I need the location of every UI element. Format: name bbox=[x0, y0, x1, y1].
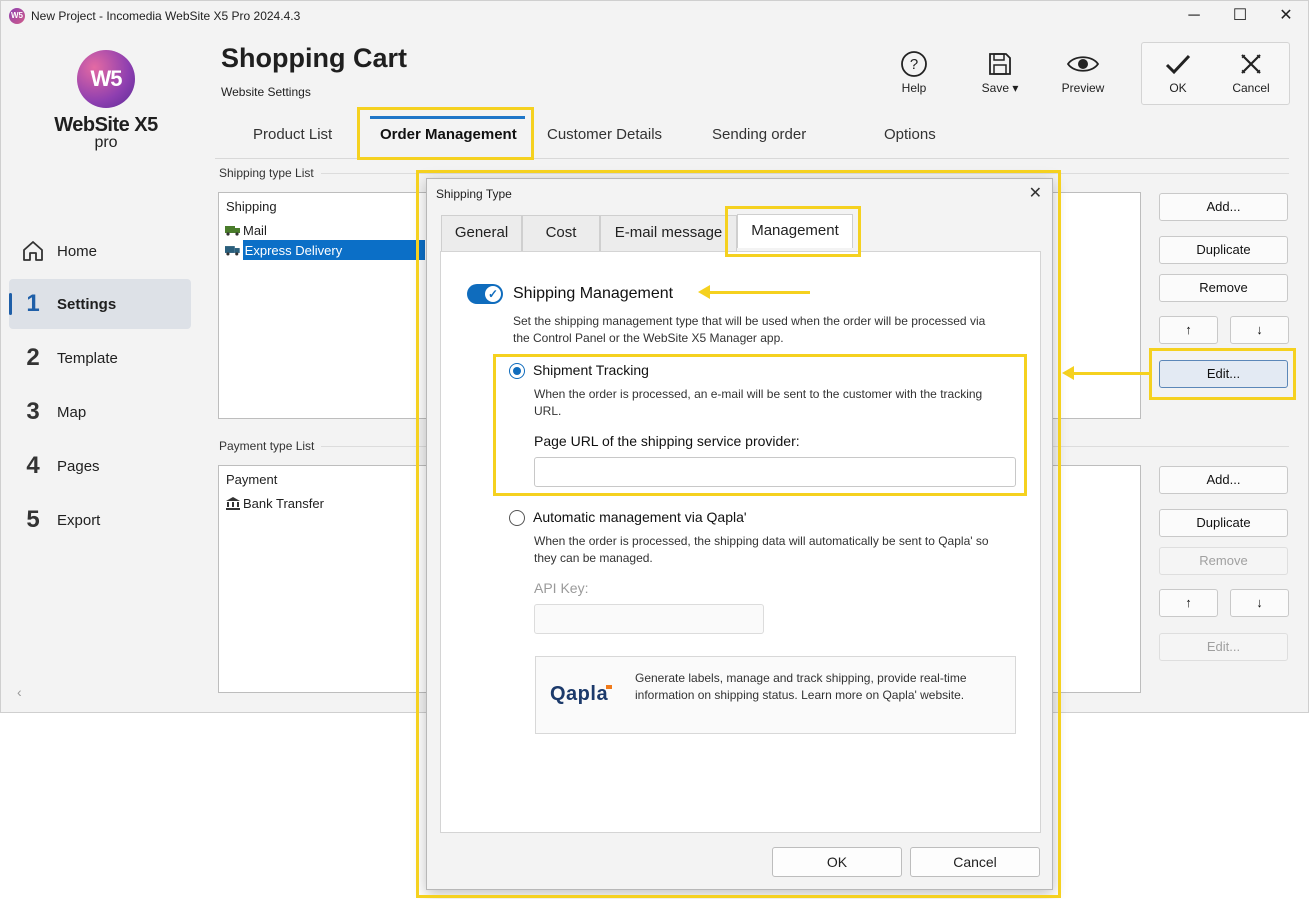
sidebar-item-number: 4 bbox=[26, 452, 40, 479]
sidebar-item-label: Map bbox=[57, 403, 87, 421]
sidebar-item-pages[interactable]: 4 Pages bbox=[9, 441, 191, 491]
list-item-label: Mail bbox=[243, 222, 267, 238]
sidebar-item-export[interactable]: 5 Export bbox=[9, 495, 191, 545]
payment-edit-button[interactable]: Edit... bbox=[1159, 633, 1288, 661]
payment-add-button[interactable]: Add... bbox=[1159, 466, 1288, 494]
sidebar-item-settings[interactable]: 1 Settings bbox=[9, 279, 191, 329]
highlight-edit-button bbox=[1149, 348, 1296, 400]
sidebar-item-map[interactable]: 3 Map bbox=[9, 387, 191, 437]
preview-label: Preview bbox=[1061, 81, 1105, 95]
sidebar-item-label: Settings bbox=[57, 295, 117, 313]
page-subtitle: Website Settings bbox=[221, 85, 311, 99]
tab-product-list[interactable]: Product List bbox=[253, 126, 332, 143]
list-item-label: Bank Transfer bbox=[243, 495, 324, 511]
sidebar-item-label: Home bbox=[57, 242, 98, 260]
page-title: Shopping Cart bbox=[221, 43, 407, 73]
arrow-to-dialog bbox=[1074, 372, 1150, 375]
shipping-remove-button[interactable]: Remove bbox=[1159, 274, 1288, 302]
ok-button[interactable]: OK bbox=[1143, 47, 1213, 95]
save-icon bbox=[989, 53, 1011, 75]
help-button[interactable]: ? Help bbox=[879, 47, 949, 95]
arrowhead-icon bbox=[1062, 366, 1074, 380]
title-bar: W5 New Project - Incomedia WebSite X5 Pr… bbox=[1, 1, 1308, 32]
list-item[interactable]: Mail bbox=[225, 220, 267, 240]
sidebar-item-number: 1 bbox=[26, 290, 40, 317]
minimize-icon[interactable]: ─ bbox=[1171, 4, 1217, 28]
tab-sending-order[interactable]: Sending order bbox=[712, 126, 806, 143]
cancel-button[interactable]: Cancel bbox=[1216, 47, 1286, 95]
save-label: Save ▾ bbox=[981, 81, 1019, 95]
preview-button[interactable]: Preview bbox=[1048, 47, 1118, 95]
payment-duplicate-button[interactable]: Duplicate bbox=[1159, 509, 1288, 537]
cancel-label: Cancel bbox=[1232, 81, 1270, 95]
eye-icon bbox=[1066, 56, 1100, 72]
sidebar-item-label: Export bbox=[57, 511, 101, 529]
checkmark-icon bbox=[1165, 54, 1191, 75]
arrowhead-icon bbox=[698, 285, 710, 299]
payment-remove-button[interactable]: Remove bbox=[1159, 547, 1288, 575]
shipping-add-button[interactable]: Add... bbox=[1159, 193, 1288, 221]
sidebar-item-number: 5 bbox=[26, 506, 40, 533]
arrow-to-toggle bbox=[710, 291, 810, 294]
shipping-duplicate-button[interactable]: Duplicate bbox=[1159, 236, 1288, 264]
payment-move-up-button[interactable]: ↑ bbox=[1159, 589, 1218, 617]
payment-list-header: Payment bbox=[226, 472, 278, 487]
home-icon bbox=[9, 239, 57, 263]
svg-text:?: ? bbox=[910, 56, 918, 73]
highlight-dialog bbox=[416, 170, 1061, 898]
window-title: New Project - Incomedia WebSite X5 Pro 2… bbox=[31, 9, 301, 23]
tab-options[interactable]: Options bbox=[884, 126, 936, 143]
sidebar-item-number: 2 bbox=[26, 344, 40, 371]
website-x5-logo: W5 WebSite X5 pro bbox=[51, 50, 161, 151]
maximize-icon[interactable]: ☐ bbox=[1217, 4, 1263, 28]
active-indicator bbox=[9, 293, 12, 315]
shipping-section-label: Shipping type List bbox=[219, 166, 314, 180]
ok-label: OK bbox=[1169, 81, 1187, 95]
logo-orb: W5 bbox=[77, 50, 135, 108]
save-button[interactable]: Save ▾ bbox=[965, 47, 1035, 95]
help-label: Help bbox=[901, 81, 927, 95]
sidebar: W5 WebSite X5 pro Home 1 Settings 2 Temp… bbox=[1, 32, 201, 712]
list-item[interactable]: Bank Transfer bbox=[225, 493, 324, 513]
list-item-label-selected: Express Delivery bbox=[242, 240, 425, 260]
close-x-icon bbox=[1241, 54, 1261, 74]
sidebar-item-template[interactable]: 2 Template bbox=[9, 333, 191, 383]
app-icon: W5 bbox=[9, 8, 25, 24]
sidebar-item-label: Pages bbox=[57, 457, 100, 475]
list-item[interactable]: Express Delivery bbox=[225, 240, 425, 260]
sidebar-item-number: 3 bbox=[26, 398, 40, 425]
help-icon: ? bbox=[901, 51, 927, 77]
shipping-move-down-button[interactable]: ↓ bbox=[1230, 316, 1289, 344]
highlight-management-tab bbox=[725, 206, 861, 257]
shipping-list-header: Shipping bbox=[226, 199, 277, 214]
sidebar-item-label: Template bbox=[57, 349, 118, 367]
collapse-sidebar-icon[interactable]: ‹ bbox=[17, 684, 22, 700]
truck-icon bbox=[225, 246, 240, 256]
highlight-shipment-tracking bbox=[493, 354, 1027, 496]
close-window-icon[interactable]: ✕ bbox=[1263, 4, 1308, 28]
shipping-move-up-button[interactable]: ↑ bbox=[1159, 316, 1218, 344]
logo-edition: pro bbox=[94, 134, 118, 151]
highlight-order-management-tab bbox=[357, 107, 534, 160]
sidebar-item-home[interactable]: Home bbox=[9, 226, 191, 276]
bank-icon bbox=[226, 497, 240, 510]
truck-icon bbox=[225, 226, 240, 236]
payment-move-down-button[interactable]: ↓ bbox=[1230, 589, 1289, 617]
payment-section-label: Payment type List bbox=[219, 439, 315, 453]
tab-customer-details[interactable]: Customer Details bbox=[547, 126, 662, 143]
